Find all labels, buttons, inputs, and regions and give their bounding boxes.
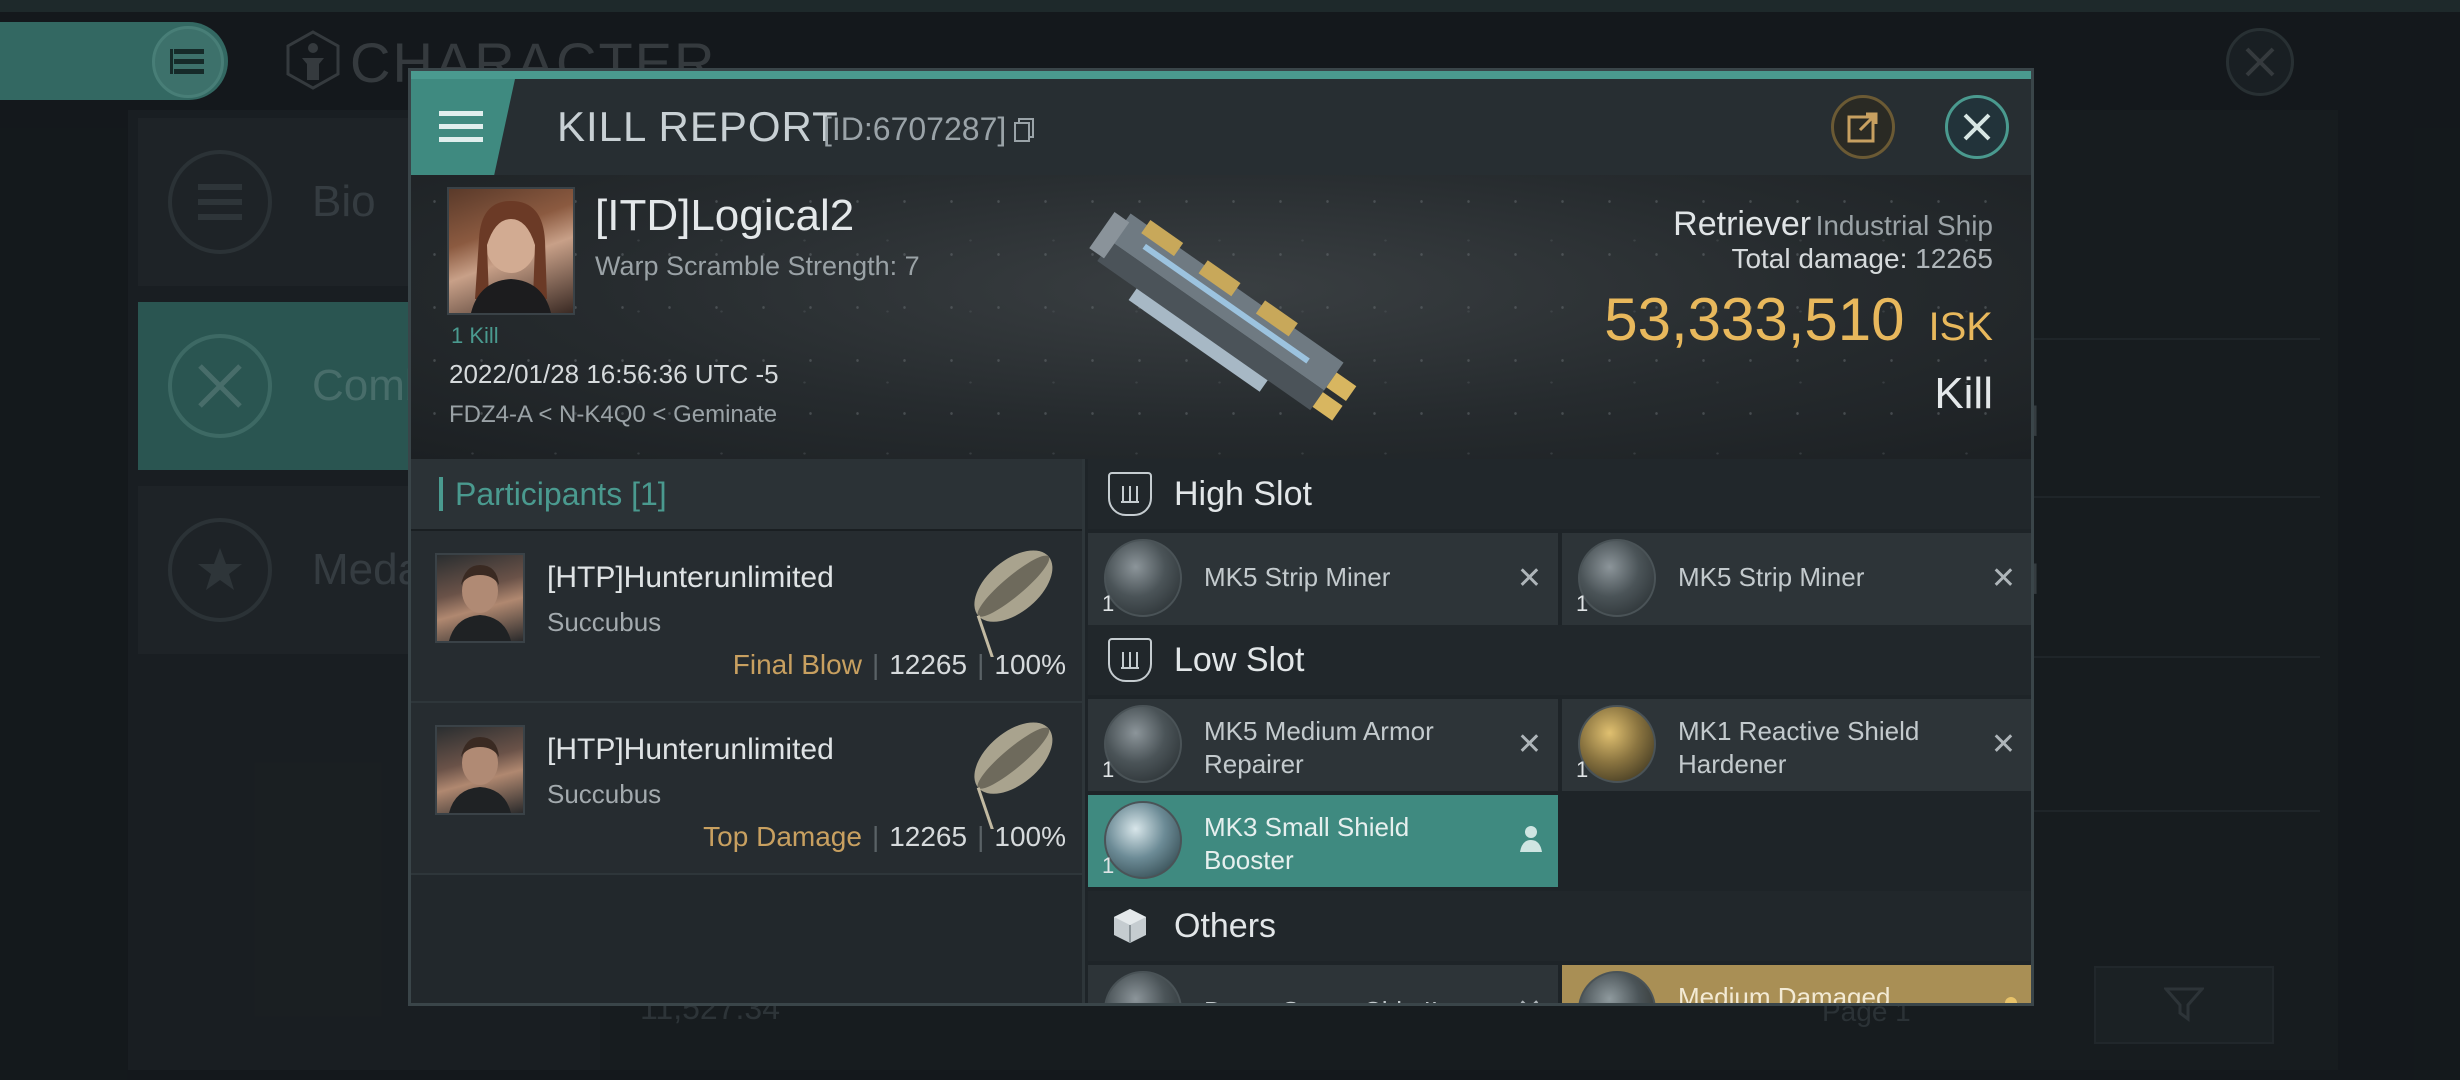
ship-class: Industrial Ship — [1815, 210, 1993, 241]
participant-ship-image — [974, 722, 1053, 829]
item-name: MK5 Strip Miner — [1678, 562, 1865, 592]
others-title: Others — [1174, 906, 1277, 945]
item-name: MK1 Reactive Shield Hardener — [1678, 716, 1920, 779]
report-id: [ID:6707287] — [823, 111, 1007, 147]
destroyed-icon: ✕ — [1517, 993, 1542, 1003]
wrench-icon — [2005, 997, 2017, 1003]
kill-datetime: 2022/01/28 16:56:36 UTC -5 — [449, 359, 779, 389]
close-icon — [1963, 113, 1991, 141]
low-slot-icon — [1108, 638, 1152, 682]
participant-row[interactable]: [HTP]Hunterunlimited Succubus Top Damage… — [411, 703, 1082, 875]
participant-damage: 12265 — [889, 649, 968, 680]
warp-scramble-strength: Warp Scramble Strength: 7 — [595, 251, 920, 281]
high-slot-header: High Slot — [1088, 459, 2031, 529]
participant-percent: 100% — [994, 649, 1066, 680]
participants-header: Participants [1] — [411, 459, 1082, 531]
slot-item[interactable]: 1 MK5 Strip Miner ✕ — [1088, 533, 1558, 625]
participant-ship: Succubus — [547, 607, 662, 637]
share-icon — [1847, 112, 1878, 143]
low-slot-header: Low Slot — [1088, 625, 2031, 695]
participants-panel: Participants [1] [HTP]Hunterunlimited Su… — [411, 459, 1085, 1003]
isk-value: 53,333,510 ISK — [1604, 285, 1993, 354]
victim-ship-image — [1089, 212, 1357, 421]
victim-summary: [ITD]Logical2 Warp Scramble Strength: 7 … — [411, 175, 2031, 459]
kill-result-label: Kill — [1934, 369, 1993, 418]
modal-menu-button[interactable] — [411, 79, 515, 175]
avatar-image — [449, 565, 511, 641]
participant-percent: 100% — [994, 821, 1066, 852]
destroyed-icon: ✕ — [1990, 562, 2016, 595]
item-quantity: 1 — [1102, 757, 1115, 782]
total-damage-label: Total damage: — [1731, 243, 1908, 274]
participant-stats: Final Blow | 12265 | 100% — [732, 649, 1066, 680]
slot-item-dropped[interactable]: 1 Medium Damaged — [1562, 965, 2031, 1006]
participant-role: Final Blow — [732, 649, 862, 680]
shield-booster-icon — [1104, 801, 1182, 879]
participant-row[interactable]: [HTP]Hunterunlimited Succubus Final Blow… — [411, 531, 1082, 703]
header-accent — [439, 477, 443, 511]
slot-item[interactable]: 1 Drone Scope Chip II ✕ — [1088, 965, 1558, 1003]
item-name: MK3 Small Shield Booster — [1204, 812, 1410, 875]
participant-ship: Succubus — [547, 779, 662, 809]
item-quantity: 1 — [1576, 757, 1589, 782]
total-damage-value: 12265 — [1915, 243, 1993, 274]
participants-title: Participants [1] — [455, 475, 667, 512]
isk-amount: 53,333,510 — [1604, 286, 1905, 353]
destroyed-icon: ✕ — [1516, 562, 1542, 595]
armor-repairer-icon — [1104, 705, 1182, 783]
isk-unit: ISK — [1928, 305, 1993, 349]
kill-count: 1 Kill — [451, 323, 499, 348]
slot-item[interactable]: 1 MK5 Strip Miner ✕ — [1562, 533, 2031, 625]
ship-name[interactable]: Retriever — [1673, 205, 1811, 243]
drone-chip-icon — [1104, 971, 1182, 1003]
fitting-panel: High Slot 1 MK5 Strip Miner ✕ 1 MK5 Stri… — [1088, 459, 2031, 1006]
participant-name: [HTP]Hunterunlimited — [547, 561, 834, 594]
item-name: MK5 Strip Miner — [1204, 562, 1391, 592]
participant-avatar — [435, 553, 525, 643]
slot-item[interactable]: 1 MK5 Medium Armor Repairer ✕ — [1088, 699, 1558, 791]
portrait-image — [471, 201, 551, 313]
modal-title: KILL REPORT — [557, 103, 839, 150]
participant-avatar — [435, 725, 525, 815]
shield-hardener-icon — [1578, 705, 1656, 783]
participant-damage: 12265 — [889, 821, 968, 852]
participant-stats: Top Damage | 12265 | 100% — [703, 821, 1066, 852]
destroyed-icon: ✕ — [1516, 728, 1542, 761]
destroyed-icon: ✕ — [1990, 728, 2016, 761]
high-slot-icon — [1108, 472, 1152, 516]
high-slot-title: High Slot — [1174, 474, 1312, 513]
damaged-part-icon — [1578, 971, 1656, 1003]
item-quantity: 1 — [1102, 853, 1115, 878]
strip-miner-icon — [1578, 539, 1656, 617]
others-header: Others — [1088, 891, 2031, 961]
item-name: Drone Scope Chip II — [1204, 995, 1504, 1003]
ship-type: Retriever Industrial Ship — [1673, 205, 1993, 244]
cube-icon — [1108, 904, 1152, 948]
victim-name: [ITD]Logical2 — [595, 191, 855, 240]
kill-location[interactable]: FDZ4-A < N-K4Q0 < Geminate — [449, 401, 777, 429]
item-name: MK5 Medium Armor Repairer — [1204, 716, 1434, 779]
menu-icon — [439, 111, 483, 142]
slot-item-dropped[interactable]: 1 MK3 Small Shield Booster — [1088, 795, 1558, 887]
total-damage: Total damage: 12265 — [1731, 243, 1993, 275]
share-button[interactable] — [1831, 95, 1895, 159]
item-quantity: 1 — [1576, 591, 1589, 616]
modal-header: KILL REPORT [ID:6707287] — [411, 79, 2031, 175]
item-quantity: 1 — [1102, 591, 1115, 616]
participant-name: [HTP]Hunterunlimited — [547, 733, 834, 766]
victim-portrait[interactable] — [447, 187, 575, 315]
slot-item[interactable]: 1 MK1 Reactive Shield Hardener ✕ — [1562, 699, 2031, 791]
participant-role: Top Damage — [703, 821, 862, 852]
item-name: Medium Damaged — [1678, 982, 1891, 1006]
low-slot-title: Low Slot — [1174, 640, 1305, 679]
kill-report-modal: KILL REPORT [ID:6707287] [ITD]Logical2 W… — [408, 68, 2034, 1006]
person-icon — [1520, 826, 1542, 852]
modal-accent-bar — [411, 71, 2031, 79]
participant-ship-image — [974, 550, 1053, 657]
avatar-image — [449, 737, 511, 813]
close-button[interactable] — [1945, 95, 2009, 159]
strip-miner-icon — [1104, 539, 1182, 617]
copy-icon[interactable] — [1013, 117, 1035, 143]
